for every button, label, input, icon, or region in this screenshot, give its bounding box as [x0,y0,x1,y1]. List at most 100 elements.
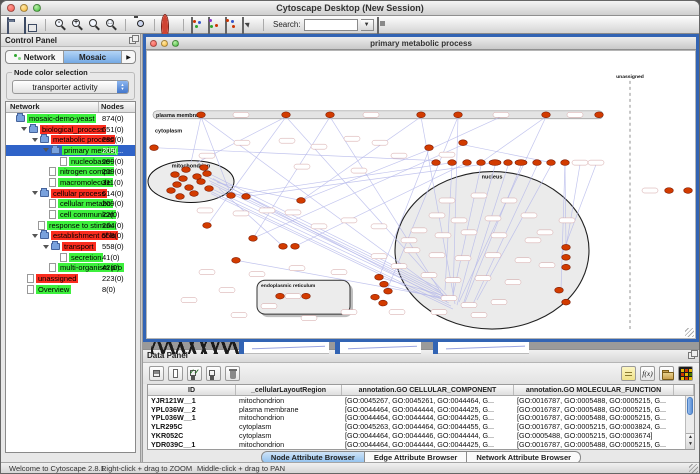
network-node-label[interactable] [485,216,501,221]
network-node[interactable] [232,257,241,263]
network-node[interactable] [167,188,176,194]
network-node[interactable] [665,188,674,194]
network-node[interactable] [203,223,212,229]
network-node-label[interactable] [461,303,477,308]
table-cell[interactable]: [GO:0016787, GO:0005488, GO:0005215, G..… [514,440,674,449]
table-cell[interactable]: [GO:0016787, GO:0005215, GO:0003824, G..… [514,422,674,431]
tree-item[interactable]: nucleobase-209(0) [6,156,135,167]
network-node-label[interactable] [539,263,555,268]
network-node-label[interactable] [411,228,427,233]
more-tabs-button[interactable]: ▶ [122,51,135,63]
network-node-label[interactable] [455,256,471,261]
column-region[interactable]: _cellularLayoutRegion [236,385,342,395]
table-cell[interactable]: [GO:0016787, GO:0005488, GO:0005215, G..… [514,413,674,422]
network-node[interactable] [515,160,527,166]
search-input[interactable] [304,19,358,31]
network-node-label[interactable] [233,112,249,117]
table-row[interactable]: YPL036W__1mitochondrion[GO:0044464, GO:0… [148,413,694,422]
network-node-label[interactable] [341,310,357,315]
network-node-label[interactable] [537,230,553,235]
scrollbar-arrows[interactable]: ▲▼ [686,433,695,449]
tree-item[interactable]: nitrogen compo209(0) [6,166,135,177]
network-node-label[interactable] [391,264,407,269]
network-node-label[interactable] [475,276,491,281]
network-node-label[interactable] [451,218,467,223]
background-window-fragment[interactable] [239,342,329,354]
network-canvas[interactable]: plasma membranecytoplasmmitochondrionnuc… [146,50,696,339]
network-node[interactable] [504,160,513,166]
network-node[interactable] [203,171,212,177]
network-node-label[interactable] [371,224,387,229]
network-node-label[interactable] [294,164,310,169]
network-node[interactable] [489,160,501,166]
node-color-dropdown[interactable]: transporter activity ▲▼ [12,80,129,94]
snapshot-camera-icon[interactable] [133,18,147,31]
network-node-label[interactable] [439,198,455,203]
table-cell[interactable]: YPL036W__2 [148,405,236,414]
table-cell[interactable]: YKR052C [148,431,236,440]
network-node[interactable] [279,243,288,249]
attribute-matrix-icon[interactable] [678,366,693,381]
import-attributes-icon[interactable] [659,366,674,381]
network-node-label[interactable] [231,313,247,318]
network-node[interactable] [227,193,236,199]
network-node-label[interactable] [363,112,379,117]
background-window-fragment[interactable] [335,342,421,354]
expand-arrow-icon[interactable] [43,148,49,152]
network-node-label[interactable] [285,294,301,299]
network-node[interactable] [562,254,571,260]
network-node[interactable] [197,112,206,118]
network-node-label[interactable] [341,218,357,223]
table-cell[interactable]: mitochondrion [236,440,342,449]
table-scrollbar[interactable]: ▲▼ [685,396,694,449]
table-cell[interactable]: YLR295C [148,422,236,431]
apply-layout-alt-icon[interactable] [225,18,239,31]
network-node-label[interactable] [505,280,521,285]
network-node-label[interactable] [429,213,445,218]
network-node-label[interactable] [501,198,517,203]
tree-item[interactable]: transport558(0) [6,241,135,252]
network-node-label[interactable] [389,310,405,315]
scrollbar-thumb[interactable] [687,397,693,415]
tree-item[interactable]: response to stimulu264(0) [6,220,135,231]
column-options-icon[interactable] [149,366,164,381]
window-resize-grip[interactable] [685,328,694,337]
tree-item[interactable]: cell communicat22(0) [6,209,135,220]
network-node[interactable] [200,165,209,171]
network-node[interactable] [562,264,571,270]
table-row[interactable]: YJR121W__1mitochondrion[GO:0045267, GO:0… [148,396,694,405]
table-cell[interactable]: plasma membrane [236,405,342,414]
network-node[interactable] [477,160,486,166]
network-node[interactable] [459,140,468,146]
table-cell[interactable]: cytoplasm [236,431,342,440]
network-node-label[interactable] [285,210,301,215]
annotation-icon[interactable] [242,18,256,31]
zoom-selected-icon[interactable] [87,18,101,31]
network-node-label[interactable] [391,153,407,158]
table-row[interactable]: YLR295Ccytoplasm[GO:0045263, GO:0044464,… [148,422,694,431]
network-node[interactable] [173,182,182,188]
network-node-label[interactable] [441,296,457,301]
zoom-fit-icon[interactable]: □ [104,18,118,31]
network-node-label[interactable] [301,316,317,321]
zoom-in-icon[interactable]: + [70,18,84,31]
network-node[interactable] [371,294,380,300]
table-cell[interactable]: YDR039C__1 [148,440,236,449]
network-node[interactable] [297,198,306,204]
network-node-label[interactable] [429,253,445,258]
table-cell[interactable]: cytoplasm [236,422,342,431]
network-node[interactable] [463,160,472,166]
network-node-label[interactable] [311,144,327,149]
network-node-label[interactable] [233,211,249,216]
column-cellular-component[interactable]: annotation.GO CELLULAR_COMPONENT [342,385,514,395]
network-node-label[interactable] [431,310,447,315]
network-node[interactable] [185,185,194,191]
table-row[interactable]: YKR052Ccytoplasm[GO:0044464, GO:0044446,… [148,431,694,440]
network-node-label[interactable] [199,270,215,275]
network-node[interactable] [176,194,185,200]
tree-item[interactable]: cellular metabo209(0) [6,199,135,210]
network-node[interactable] [249,235,258,241]
tab-mosaic[interactable]: Mosaic [64,51,122,63]
column-molecular-function[interactable]: annotation.GO MOLECULAR_FUNCTION [514,385,674,395]
network-node-label[interactable] [181,298,197,303]
